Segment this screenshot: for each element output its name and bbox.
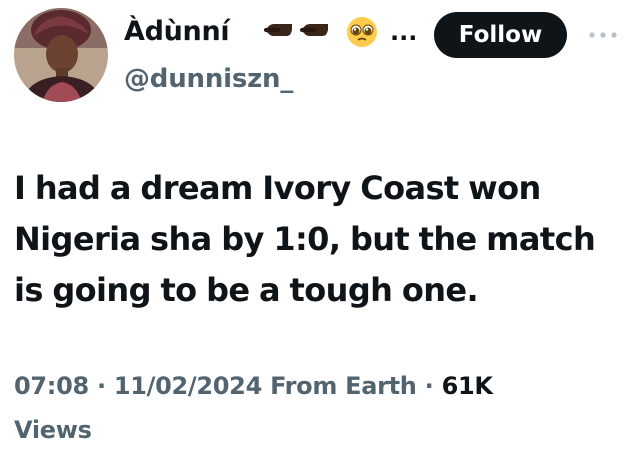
- name-truncation: ...: [390, 18, 418, 46]
- tweet-text-line: I had a dream Ivory Coast won: [14, 169, 541, 207]
- follow-button[interactable]: Follow: [434, 12, 567, 58]
- tweet-date[interactable]: 11/02/2024: [114, 372, 262, 400]
- views-label: Views: [14, 416, 92, 444]
- more-horizontal-icon[interactable]: [587, 30, 619, 40]
- tweet-source: From Earth: [270, 372, 417, 400]
- user-handle[interactable]: @dunniszn_: [124, 62, 293, 96]
- backhand-index-pointing-left-icon: [264, 24, 292, 36]
- tweet-card: Àdùnní ... @dunniszn_ Follow I had a dre…: [0, 0, 629, 451]
- backhand-index-pointing-left-icon: [300, 24, 328, 36]
- avatar[interactable]: [14, 8, 108, 102]
- avatar-image: [14, 8, 108, 102]
- pleading-face-icon: [347, 17, 377, 47]
- tweet-time[interactable]: 07:08: [14, 372, 89, 400]
- tweet-text-line: is going to be a tough one.: [14, 271, 479, 309]
- views-count: 61K: [441, 372, 493, 400]
- tweet-text: I had a dream Ivory Coast won Nigeria sh…: [14, 163, 619, 316]
- tweet-meta: 07:08 · 11/02/2024 From Earth · 61K View…: [14, 364, 614, 452]
- meta-separator: ·: [424, 372, 434, 400]
- display-name[interactable]: Àdùnní: [124, 14, 230, 50]
- meta-separator: ·: [96, 372, 106, 400]
- tweet-text-line: Nigeria sha by 1:0, but the match: [14, 220, 596, 258]
